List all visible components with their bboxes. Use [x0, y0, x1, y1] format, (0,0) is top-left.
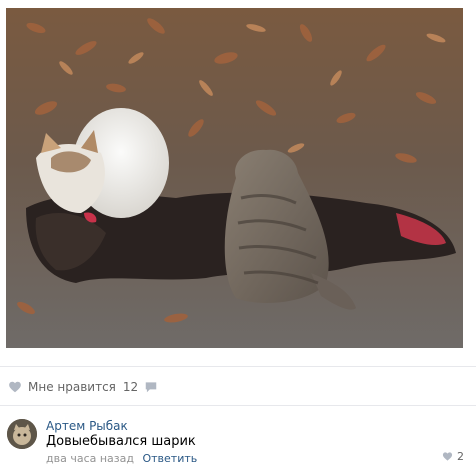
comment-time[interactable]: два часа назад [46, 452, 134, 465]
comment-like-count: 2 [457, 450, 464, 463]
comment-like-button[interactable]: 2 [442, 450, 464, 463]
like-label: Мне нравится [28, 380, 116, 394]
like-button[interactable]: Мне нравится 12 [8, 379, 138, 395]
heart-icon [9, 381, 21, 393]
comment-item: Артем Рыбак Довыебывался шарик два часа … [0, 412, 476, 476]
avatar[interactable] [7, 419, 37, 449]
photo-illustration [6, 8, 463, 348]
avatar-image [7, 419, 37, 449]
reply-link[interactable]: Ответить [142, 452, 197, 465]
comment-author[interactable]: Артем Рыбак [46, 419, 128, 433]
post-actions-bar: Мне нравится 12 [0, 366, 476, 406]
comment-meta: два часа назад Ответить [46, 452, 197, 465]
comment-text: Довыебывался шарик [46, 434, 196, 449]
like-count: 12 [122, 380, 139, 394]
share-icon[interactable] [144, 380, 158, 394]
heart-icon [442, 452, 453, 461]
post-photo[interactable] [6, 8, 463, 348]
